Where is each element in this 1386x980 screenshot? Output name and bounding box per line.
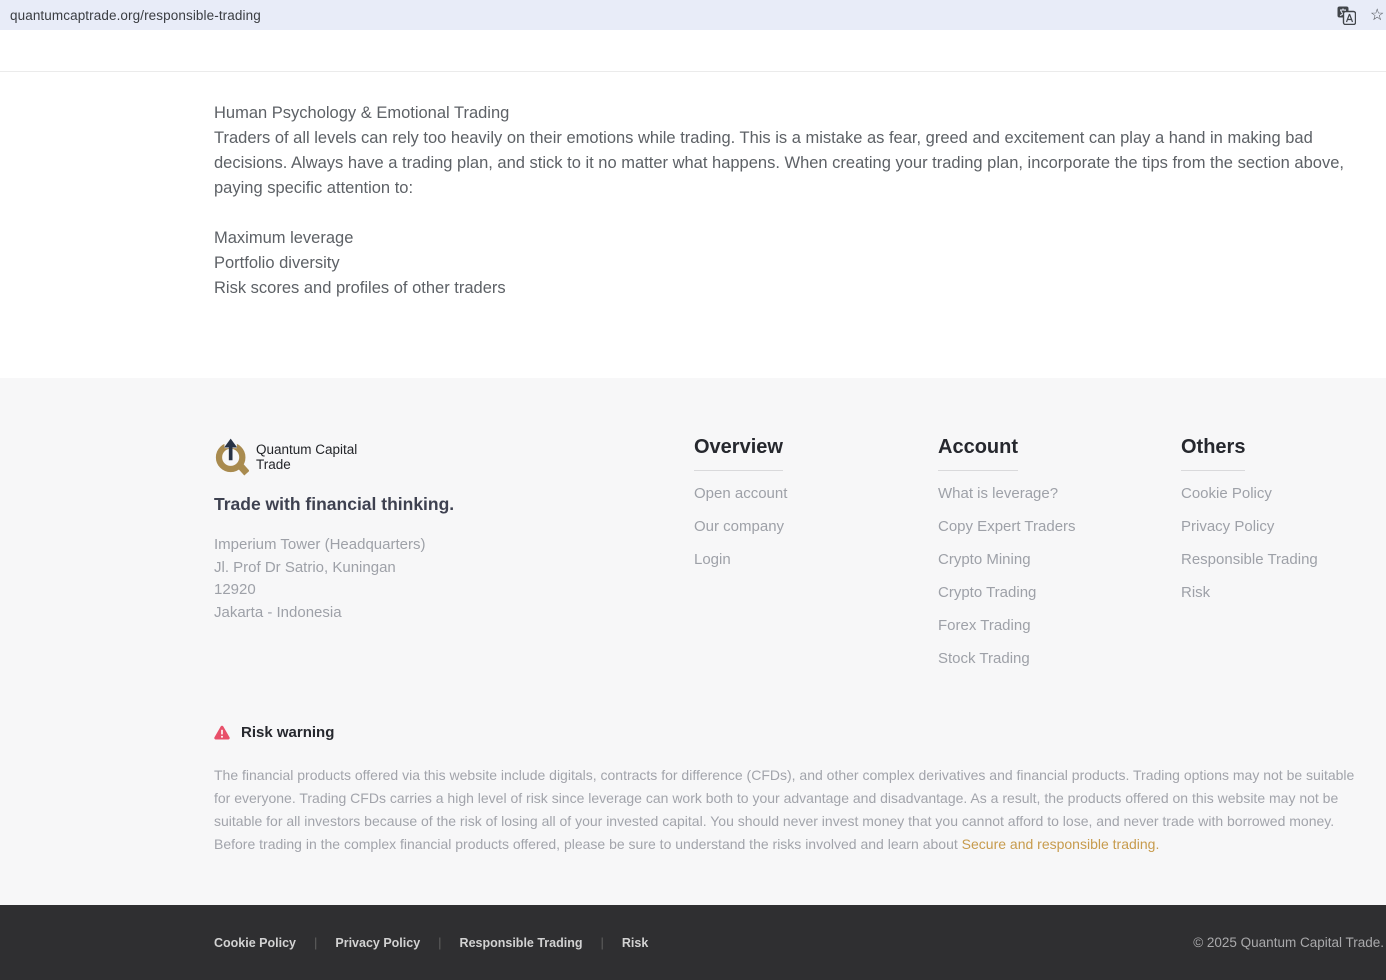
footer-link[interactable]: Risk bbox=[1181, 583, 1318, 603]
address-line: 12920 bbox=[214, 579, 644, 602]
footer-column-title: Overview bbox=[694, 436, 783, 471]
bottom-bar: Cookie PolicyPrivacy PolicyResponsible T… bbox=[0, 905, 1386, 980]
main-content-section: Human Psychology & Emotional Trading Tra… bbox=[0, 72, 1386, 378]
risk-warning-body: The financial products offered via this … bbox=[214, 767, 1354, 852]
footer: Quantum Capital Trade Trade with financi… bbox=[0, 378, 1386, 905]
copyright-text: © 2025 Quantum Capital Trade. bbox=[1193, 935, 1384, 950]
section-heading: Human Psychology & Emotional Trading bbox=[214, 101, 1364, 126]
footer-column-others: Others Cookie Policy Privacy Policy Respon… bbox=[1181, 436, 1318, 603]
footer-link[interactable]: Privacy Policy bbox=[1181, 517, 1318, 537]
browser-address-bar[interactable]: quantumcaptrade.org/responsible-trading … bbox=[0, 0, 1386, 30]
list-item: Portfolio diversity bbox=[214, 251, 1364, 276]
secure-trading-link[interactable]: Secure and responsible trading. bbox=[962, 836, 1160, 852]
section-paragraph: Traders of all levels can rely too heavi… bbox=[214, 126, 1364, 201]
bottom-bar-link[interactable]: Cookie Policy bbox=[214, 936, 296, 950]
warning-icon bbox=[214, 725, 230, 740]
address-line: Jl. Prof Dr Satrio, Kuningan bbox=[214, 557, 644, 580]
footer-column-account: Account What is leverage? Copy Expert Tra… bbox=[938, 436, 1076, 669]
bottom-links: Cookie PolicyPrivacy PolicyResponsible T… bbox=[214, 935, 648, 950]
footer-links-list: Cookie Policy Privacy Policy Responsible T… bbox=[1181, 484, 1318, 603]
footer-link[interactable]: Stock Trading bbox=[938, 649, 1076, 669]
list-item: Maximum leverage bbox=[214, 226, 1364, 251]
brand-tagline: Trade with financial thinking. bbox=[214, 494, 644, 515]
footer-link[interactable]: Crypto Trading bbox=[938, 583, 1076, 603]
footer-links-list: Open account Our company Login bbox=[694, 484, 787, 570]
brand-address: Imperium Tower (Headquarters)Jl. Prof Dr… bbox=[214, 534, 644, 624]
page-header bbox=[0, 30, 1386, 72]
footer-link[interactable]: Cookie Policy bbox=[1181, 484, 1318, 504]
bottom-bar-link[interactable]: Risk bbox=[582, 935, 648, 950]
list-item: Risk scores and profiles of other trader… bbox=[214, 276, 1364, 301]
footer-link[interactable]: Copy Expert Traders bbox=[938, 517, 1076, 537]
bottom-bar-link[interactable]: Responsible Trading bbox=[420, 935, 582, 950]
footer-link[interactable]: Forex Trading bbox=[938, 616, 1076, 636]
bookmark-star-icon[interactable]: ☆ bbox=[1370, 6, 1386, 25]
address-line: Imperium Tower (Headquarters) bbox=[214, 534, 644, 557]
bottom-bar-link[interactable]: Privacy Policy bbox=[296, 935, 420, 950]
url-text[interactable]: quantumcaptrade.org/responsible-trading bbox=[10, 8, 261, 23]
footer-link[interactable]: Our company bbox=[694, 517, 787, 537]
address-bar-icons: ☆ bbox=[1337, 6, 1376, 25]
attention-list: Maximum leveragePortfolio diversityRisk … bbox=[214, 226, 1364, 301]
footer-column-title: Others bbox=[1181, 436, 1245, 471]
footer-link[interactable]: What is leverage? bbox=[938, 484, 1076, 504]
brand-logo-icon bbox=[214, 436, 249, 477]
brand-logo-text: Quantum Capital Trade bbox=[256, 442, 357, 472]
translate-icon[interactable] bbox=[1337, 6, 1356, 25]
footer-link[interactable]: Crypto Mining bbox=[938, 550, 1076, 570]
footer-link[interactable]: Responsible Trading bbox=[1181, 550, 1318, 570]
footer-column-title: Account bbox=[938, 436, 1018, 471]
risk-warning-header: Risk warning bbox=[214, 724, 334, 741]
brand-logo[interactable]: Quantum Capital Trade bbox=[214, 436, 644, 477]
footer-links-list: What is leverage? Copy Expert Traders Cryp… bbox=[938, 484, 1076, 669]
address-line: Jakarta - Indonesia bbox=[214, 602, 644, 625]
risk-warning-text: The financial products offered via this … bbox=[214, 764, 1364, 856]
footer-brand: Quantum Capital Trade Trade with financi… bbox=[214, 436, 644, 624]
footer-column-overview: Overview Open account Our company Login bbox=[694, 436, 787, 570]
risk-warning-title: Risk warning bbox=[241, 724, 334, 741]
footer-link[interactable]: Login bbox=[694, 550, 787, 570]
footer-link[interactable]: Open account bbox=[694, 484, 787, 504]
